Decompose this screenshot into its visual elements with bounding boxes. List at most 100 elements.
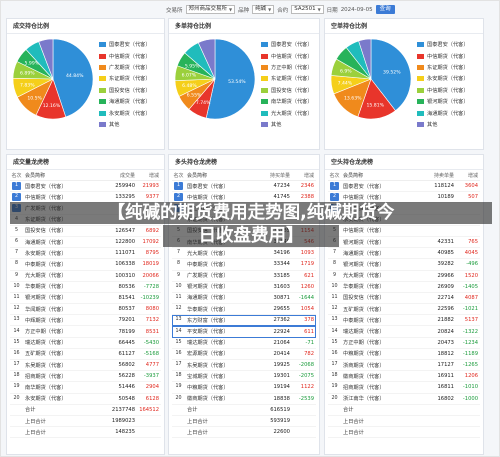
table-row[interactable]: 1 国泰君安（代客） 47234 2346: [172, 181, 316, 193]
member-name[interactable]: 海通期货（代客）: [23, 239, 101, 246]
table-row[interactable]: 6 银河期货（代客） 42331 765: [328, 237, 480, 249]
member-name[interactable]: 五矿期货（代客）: [23, 350, 101, 357]
legend-item[interactable]: 广发期货（代客）: [99, 62, 151, 73]
table-row[interactable]: 20 徽商期货（代客） 18838 -2539: [172, 394, 316, 405]
legend-item[interactable]: 方正中期（代客）: [261, 62, 313, 73]
table-row[interactable]: 上日合计: [328, 416, 480, 428]
table-row[interactable]: 19 南华期货（代客） 51446 2904: [10, 382, 161, 394]
member-name[interactable]: 永安期货（代客）: [23, 250, 101, 257]
member-name[interactable]: 中粮期货（代客）: [341, 350, 420, 357]
table-row[interactable]: 17 浙商期货（代客） 17127 -1265: [328, 360, 480, 372]
member-name[interactable]: 宝城期货（代客）: [185, 373, 256, 380]
legend-item[interactable]: 东证期货（代客）: [261, 73, 313, 84]
legend-item[interactable]: 海通期货（代客）: [417, 107, 469, 118]
member-name[interactable]: 银河期货（代客）: [185, 283, 256, 290]
table-row[interactable]: 18 徽商期货（代客） 16911 1206: [328, 371, 480, 383]
table-row[interactable]: 3 广发期货（代客）: [10, 203, 161, 215]
table-row[interactable]: 19 招商期货（代客） 16811 -1010: [328, 382, 480, 394]
column-header[interactable]: 会员简称: [23, 172, 101, 179]
table-row[interactable]: 8 银河期货（代客） 39282 -496: [328, 259, 480, 271]
table-row[interactable]: 17 东吴期货（代客） 19925 -2068: [172, 360, 316, 372]
table-row[interactable]: 2 中信期货（代客） 133295 9377: [10, 192, 161, 204]
member-name[interactable]: 广发期货（代客）: [185, 272, 256, 279]
column-header[interactable]: 名次: [328, 172, 341, 179]
member-name[interactable]: 中信期货（代客）: [341, 194, 420, 201]
table-row[interactable]: 13 中泰期货（代客） 21882 5137: [328, 315, 480, 327]
member-name[interactable]: 光大期货（代客）: [341, 272, 420, 279]
legend-item[interactable]: 永安期货（代客）: [417, 73, 469, 84]
column-header[interactable]: 增减: [456, 172, 480, 179]
table-row[interactable]: 5 国投安信（代客） 36185 1154: [172, 226, 316, 237]
table-row[interactable]: 4 永安期货（代客）: [328, 215, 480, 226]
table-row[interactable]: 1 国泰君安（代客） 259940 21993: [10, 181, 161, 193]
table-row[interactable]: 11 国投安信（代客） 22714 4087: [328, 293, 480, 305]
table-row[interactable]: 上日合计: [328, 427, 480, 439]
member-name[interactable]: 国投安信（代客）: [341, 294, 420, 301]
member-name[interactable]: 方正中期（代客）: [23, 328, 101, 335]
table-row[interactable]: 4 东证期货（代客）: [172, 215, 316, 226]
table-row[interactable]: 19 中粮期货（代客） 19194 1122: [172, 382, 316, 394]
table-row[interactable]: 3 方正中期（代客）: [172, 203, 316, 215]
table-row[interactable]: 13 中辉期货（代客） 79201 7132: [10, 315, 161, 327]
member-name[interactable]: 中信期货（代客）: [23, 194, 101, 201]
legend-item[interactable]: 光大期货（代客）: [261, 107, 313, 118]
legend-item[interactable]: 中信期货（代客）: [417, 50, 469, 61]
member-name[interactable]: 南华期货（代客）: [185, 239, 256, 246]
column-header[interactable]: 会员简称: [341, 172, 420, 179]
member-name[interactable]: 招商期货（代客）: [23, 373, 101, 380]
member-name[interactable]: 徽商期货（代客）: [185, 395, 256, 402]
table-row[interactable]: 8 中泰期货（代客） 106338 18019: [10, 259, 161, 271]
legend-item[interactable]: 国投安信（代客）: [261, 85, 313, 96]
legend-item[interactable]: 其他: [417, 119, 469, 130]
member-name[interactable]: 银河期货（代客）: [341, 239, 420, 246]
date-value[interactable]: 2024-09-05: [341, 7, 373, 13]
legend-item[interactable]: 中信期货（代客）: [261, 50, 313, 61]
table-row[interactable]: 合计 616519: [172, 405, 316, 416]
member-name[interactable]: 五矿期货（代客）: [341, 306, 420, 313]
legend-item[interactable]: 国投安信（代客）: [99, 85, 151, 96]
table-row[interactable]: 18 招商期货（代客） 56228 -3937: [10, 371, 161, 383]
legend-item[interactable]: 其他: [261, 119, 313, 130]
table-row[interactable]: 17 东吴期货（代客） 56802 4777: [10, 360, 161, 372]
column-header[interactable]: 名次: [10, 172, 23, 179]
table-row[interactable]: 12 华泰期货（代客） 29655 1054: [172, 304, 316, 316]
table-row[interactable]: 9 光大期货（代客） 100310 20066: [10, 271, 161, 282]
member-name[interactable]: 方正中期（代客）: [185, 205, 256, 212]
member-name[interactable]: 浙商期货（代客）: [341, 362, 420, 369]
member-name[interactable]: 东证期货（代客）: [23, 216, 101, 223]
table-row[interactable]: 11 海通期货（代客） 30871 -1644: [172, 293, 316, 305]
table-row[interactable]: 3 东证期货（代客）: [328, 203, 480, 215]
table-row[interactable]: 12 五矿期货（代客） 22596 -1021: [328, 304, 480, 316]
table-row[interactable]: 合计 2137748 164512: [10, 405, 161, 416]
member-name[interactable]: 光大期货（代客）: [23, 272, 101, 279]
table-row[interactable]: 18 宝城期货（代客） 19301 -2075: [172, 371, 316, 383]
legend-item[interactable]: 东证期货（代客）: [99, 73, 151, 84]
member-name[interactable]: 南华期货（代客）: [23, 384, 101, 391]
table-row[interactable]: 11 银河期货（代客） 81541 -10239: [10, 293, 161, 305]
member-name[interactable]: 华泰期货（代客）: [185, 306, 256, 313]
table-row[interactable]: 6 海通期货（代客） 122800 17092: [10, 237, 161, 249]
table-row[interactable]: 10 华泰期货（代客） 26909 -1405: [328, 282, 480, 293]
table-row[interactable]: 12 华闻期货（代客） 80537 8080: [10, 304, 161, 316]
member-name[interactable]: 中粮期货（代客）: [185, 384, 256, 391]
member-name[interactable]: 国泰君安（代客）: [23, 183, 101, 190]
table-row[interactable]: 7 光大期货（代客） 34196 1093: [172, 248, 316, 260]
member-name[interactable]: 国投安信（代客）: [185, 227, 256, 234]
member-name[interactable]: 海通期货（代客）: [185, 294, 256, 301]
legend-item[interactable]: 永安期货（代客）: [99, 107, 151, 118]
member-name[interactable]: 浙江南华（代客）: [341, 395, 420, 402]
table-row[interactable]: 上日合计 593919: [172, 416, 316, 428]
table-row[interactable]: 13 东方财富（代客） 27362 378: [172, 315, 316, 327]
table-row[interactable]: 20 永安期货（代客） 50548 6128: [10, 394, 161, 405]
table-row[interactable]: 16 宏源期货（代客） 20414 782: [172, 349, 316, 360]
table-row[interactable]: 9 广发期货（代客） 33185 621: [172, 271, 316, 282]
member-name[interactable]: 广发期货（代客）: [23, 205, 101, 212]
column-header[interactable]: 成交量: [101, 172, 137, 179]
table-row[interactable]: 合计: [328, 405, 480, 416]
column-header[interactable]: 名次: [172, 172, 185, 179]
member-name[interactable]: 招商期货（代客）: [341, 384, 420, 391]
legend-item[interactable]: 国泰君安（代客）: [417, 39, 469, 50]
legend-item[interactable]: 国泰君安（代客）: [99, 39, 151, 50]
member-name[interactable]: 银河期货（代客）: [23, 294, 101, 301]
legend-item[interactable]: 海通期货（代客）: [99, 96, 151, 107]
